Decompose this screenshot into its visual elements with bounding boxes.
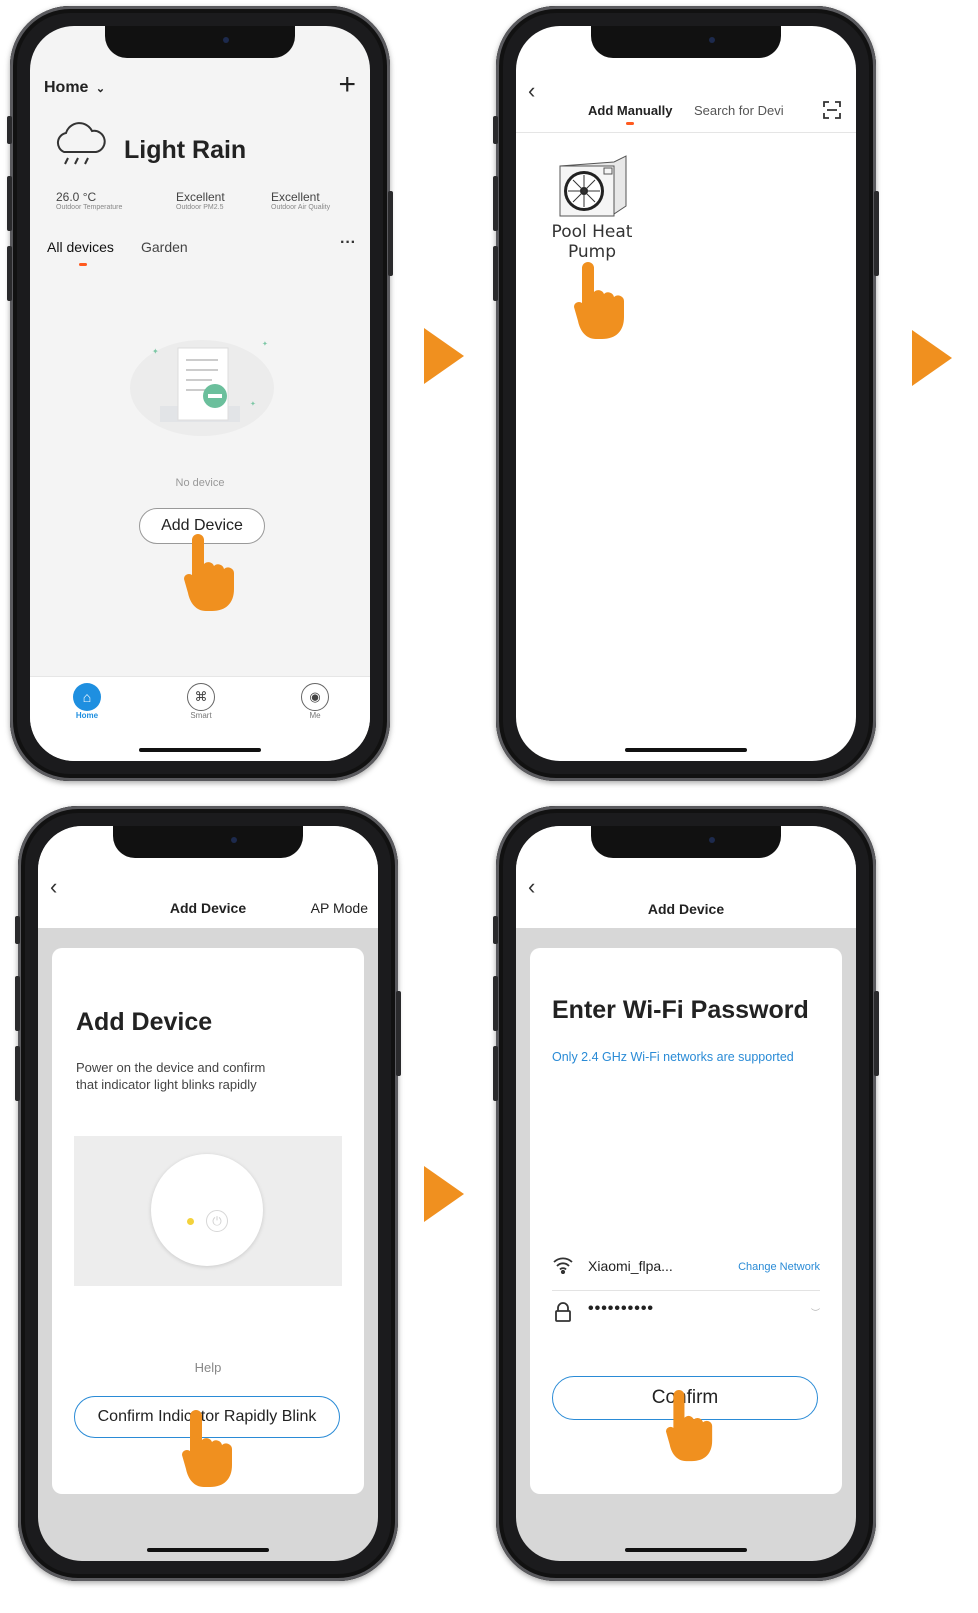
help-link[interactable]: Help	[52, 1360, 364, 1375]
stat-pm25: Excellent Outdoor PM2.5	[176, 190, 225, 211]
header-divider	[516, 132, 856, 133]
tap-hand-icon	[570, 262, 630, 340]
tab-all-devices[interactable]: All devices	[47, 239, 114, 266]
profile-icon: ◉	[301, 683, 329, 711]
nav-home[interactable]: ⌂ Home	[72, 683, 102, 720]
phone-home-screen: Home ⌄ + Light Rain 26.0 °C Outdoor Temp…	[7, 6, 393, 781]
stat-value: Excellent	[176, 190, 225, 204]
card-title: Add Device	[76, 1008, 213, 1036]
tab-indicator	[626, 122, 634, 125]
device-label-line1: Pool Heat	[551, 222, 633, 242]
stat-air-quality: Excellent Outdoor Air Quality	[271, 190, 330, 211]
tab-indicator	[79, 263, 87, 266]
card-description-line2: that indicator light blinks rapidly	[76, 1077, 257, 1092]
back-chevron-icon[interactable]: ‹	[50, 874, 57, 900]
empty-state-text: No device	[175, 477, 225, 489]
stat-label: Outdoor PM2.5	[176, 204, 224, 211]
back-chevron-icon[interactable]: ‹	[528, 78, 535, 104]
rain-cloud-icon	[52, 122, 108, 170]
nav-label: Me	[309, 711, 321, 720]
tab-garden[interactable]: Garden	[141, 239, 188, 255]
nav-me[interactable]: ◉ Me	[300, 683, 330, 720]
frequency-note: Only 2.4 GHz Wi-Fi networks are supporte…	[552, 1050, 794, 1064]
heat-pump-image	[554, 154, 630, 220]
tab-label: All devices	[47, 239, 114, 255]
back-chevron-icon[interactable]: ‹	[528, 874, 535, 900]
flow-arrow-icon	[424, 328, 464, 384]
nav-smart[interactable]: ⌘ Smart	[186, 683, 216, 720]
phone-add-manually-screen: ‹ Add Manually Search for Devi Pool Heat…	[493, 6, 879, 781]
stat-temperature: 26.0 °C Outdoor Temperature	[56, 190, 122, 211]
chevron-down-icon: ⌄	[95, 83, 106, 95]
tab-search-devices[interactable]: Search for Devi	[694, 103, 784, 118]
card-title: Enter Wi-Fi Password	[552, 996, 809, 1024]
network-divider	[552, 1290, 820, 1291]
stat-label: Outdoor Air Quality	[271, 204, 331, 211]
password-field[interactable]: ••••••••••	[588, 1300, 654, 1318]
hide-password-icon[interactable]: ︶	[811, 1306, 820, 1319]
plus-icon[interactable]: +	[338, 68, 356, 102]
wifi-icon	[552, 1256, 574, 1274]
tab-add-manually[interactable]: Add Manually	[588, 103, 673, 125]
tap-hand-icon	[178, 1410, 238, 1488]
stat-value: Excellent	[271, 190, 320, 204]
svg-text:✦: ✦	[250, 400, 256, 408]
lock-icon	[554, 1302, 572, 1322]
tab-label: Add Manually	[588, 103, 673, 118]
device-label-line2: Pump	[567, 242, 617, 262]
stat-value: 26.0 °C	[56, 190, 97, 204]
power-icon: ⏻	[206, 1210, 228, 1232]
stat-label: Outdoor Temperature	[56, 204, 123, 211]
tap-hand-icon	[180, 534, 240, 612]
empty-state-illustration: ✦ ✦ ✦	[122, 326, 282, 446]
indicator-light-icon	[187, 1218, 194, 1225]
change-network-link[interactable]: Change Network	[738, 1261, 820, 1273]
tap-hand-icon	[660, 1390, 720, 1468]
svg-text:✦: ✦	[152, 347, 159, 356]
flow-arrow-icon	[424, 1166, 464, 1222]
nav-label: Home	[75, 711, 99, 720]
network-name: Xiaomi_flpa...	[588, 1258, 673, 1274]
card-description-line1: Power on the device and confirm	[76, 1060, 266, 1075]
device-indicator-illustration: ⏻	[74, 1136, 342, 1286]
home-icon: ⌂	[73, 683, 101, 711]
svg-text:✦: ✦	[262, 340, 268, 348]
weather-title: Light Rain	[124, 136, 247, 164]
device-pool-heat-pump[interactable]: Pool Heat Pump	[544, 154, 640, 262]
home-label: Home	[44, 79, 89, 96]
command-icon: ⌘	[187, 683, 215, 711]
ap-mode-link[interactable]: AP Mode	[311, 900, 368, 916]
home-dropdown[interactable]: Home ⌄	[44, 79, 105, 97]
more-menu-icon[interactable]: ···	[340, 234, 356, 252]
nav-label: Smart	[190, 711, 212, 720]
header-title: Add Device	[647, 901, 725, 917]
flow-arrow-icon	[912, 330, 952, 386]
scan-icon[interactable]	[822, 100, 842, 120]
